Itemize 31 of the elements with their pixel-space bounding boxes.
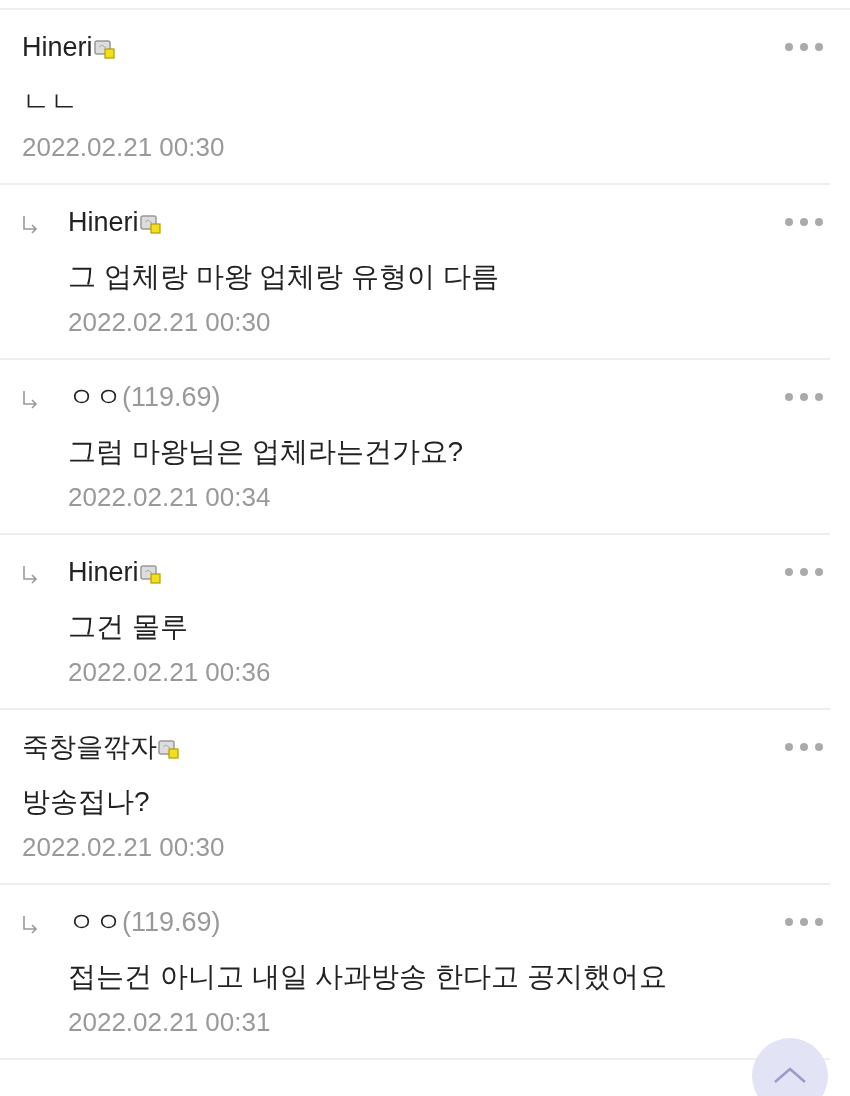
author-name[interactable]: 죽창을깎자 — [22, 729, 157, 765]
reply-arrow-icon — [22, 215, 38, 235]
author-name[interactable]: ㅇㅇ — [68, 904, 122, 940]
comment-text: 그 업체랑 마왕 업체랑 유형이 다름 — [68, 260, 500, 294]
ip-address: (119.69) — [122, 906, 221, 938]
more-icon[interactable] — [784, 742, 824, 752]
comment-text: 그럼 마왕님은 업체라는건가요? — [68, 435, 465, 469]
author-name[interactable]: Hineri — [68, 556, 139, 588]
reply-arrow-icon — [22, 915, 38, 935]
comment-date: 2022.02.21 00:30 — [22, 832, 226, 863]
more-icon[interactable] — [784, 392, 824, 402]
author-name[interactable]: Hineri — [68, 206, 139, 238]
comment-date: 2022.02.21 00:31 — [68, 1007, 272, 1038]
more-icon[interactable] — [784, 917, 824, 927]
comment-date: 2022.02.21 00:30 — [22, 132, 226, 163]
comment-text: 접는건 아니고 내일 사과방송 한다고 공지했어요 — [68, 960, 668, 994]
author-name[interactable]: ㅇㅇ — [68, 379, 122, 415]
reply-arrow-icon — [22, 390, 38, 410]
reply-arrow-icon — [22, 565, 38, 585]
comment-text: 방송접나? — [22, 785, 151, 819]
more-icon[interactable] — [784, 42, 824, 52]
comment-date: 2022.02.21 00:36 — [68, 657, 272, 688]
comment-text: 그건 몰루 — [68, 610, 189, 644]
comment-text: ㄴㄴ — [22, 85, 79, 119]
scroll-top-button[interactable] — [752, 1038, 828, 1096]
more-icon[interactable] — [784, 217, 824, 227]
more-icon[interactable] — [784, 567, 824, 577]
author-name[interactable]: Hineri — [22, 31, 93, 63]
comment-date: 2022.02.21 00:30 — [68, 307, 272, 338]
comment-date: 2022.02.21 00:34 — [68, 482, 272, 513]
ip-address: (119.69) — [122, 381, 221, 413]
